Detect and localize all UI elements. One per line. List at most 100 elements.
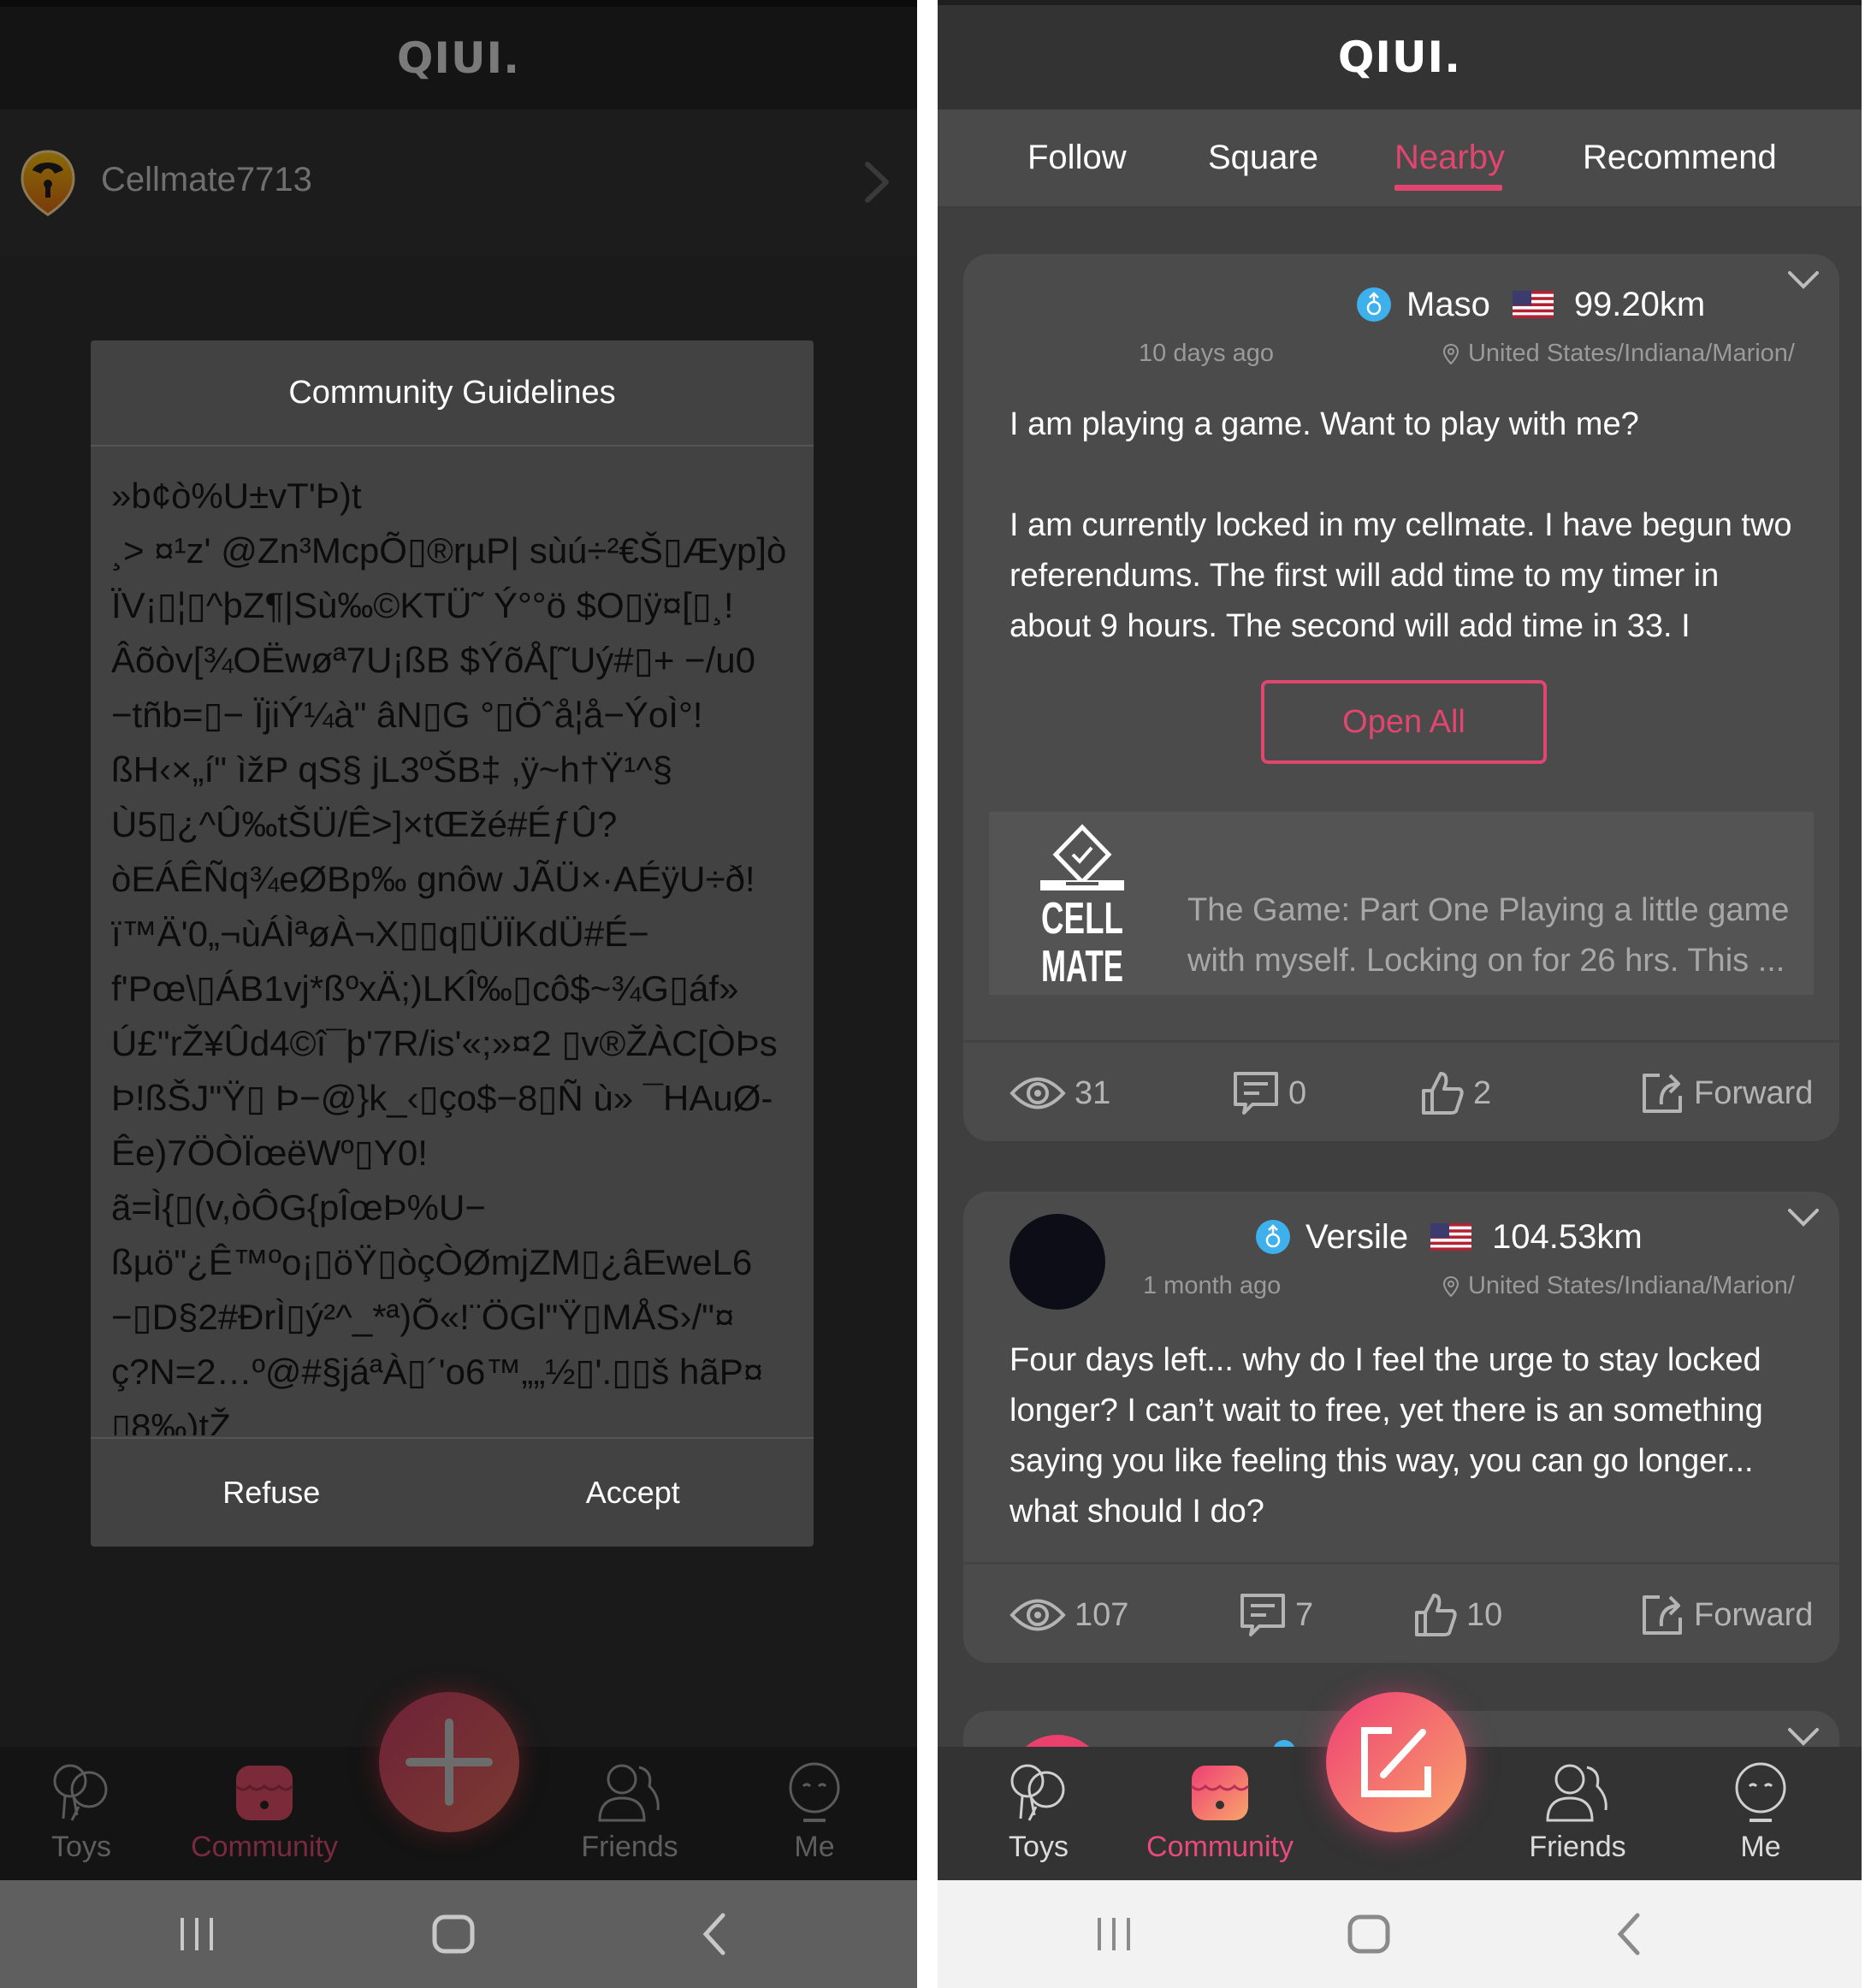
guideline-text-line: −tñb=▯− ÏjiÝ¼à" âN▯G °▯Öˆå¦å−ÝoÌ°! [111, 695, 703, 735]
post-stats-bar: 107 7 10 Forward [963, 1562, 1839, 1663]
guideline-text-line: Âõòv[¾OËwøª7U¡ßB $ÝõÅ[˜Uý#▯+ −/u0 [111, 640, 755, 680]
post-author-row: Maso 99.20km [1357, 283, 1705, 326]
guideline-text-line: òEÁÊÑq¾eØBp‰ gnôw JÃÜ×·AÉÿU÷ð! [111, 859, 755, 899]
nav-label: Friends [1529, 1831, 1626, 1863]
face-icon [1735, 1762, 1786, 1822]
nav-item-friends[interactable]: Friends [561, 1747, 698, 1880]
post-location: United States/Indiana/Marion/ [1442, 340, 1795, 368]
nav-item-friends[interactable]: Friends [1509, 1747, 1646, 1880]
home-button[interactable] [1335, 1904, 1403, 1964]
views-stat[interactable]: 31 [1009, 1043, 1110, 1141]
home-button[interactable] [419, 1904, 488, 1964]
post-timestamp: 1 month ago [1143, 1272, 1282, 1299]
post-location: United States/Indiana/Marion/ [1442, 1272, 1795, 1300]
chevron-right-icon[interactable] [862, 159, 891, 205]
dialog-body-text[interactable]: »b¢ò%U±vT'Þ)t ¸> ¤¹z' @Zn³McpÕ▯®rµP| sùú÷… [111, 469, 814, 1435]
feed-tabs: Follow Square Nearby Recommend [938, 109, 1862, 206]
location-pin-icon [1442, 1275, 1459, 1297]
cellmate-logo-text: CELL [1041, 894, 1123, 944]
chevron-down-icon[interactable] [1786, 268, 1821, 292]
back-button[interactable] [1595, 1904, 1663, 1964]
chevron-down-icon[interactable] [1786, 1205, 1821, 1229]
profile-row[interactable]: Cellmate7713 [0, 109, 917, 255]
likes-count: 10 [1466, 1596, 1503, 1633]
system-nav-bar [0, 1880, 917, 1988]
forward-button[interactable]: Forward [1639, 1565, 1813, 1663]
recents-button[interactable] [163, 1904, 231, 1964]
nav-item-toys[interactable]: Toys [13, 1747, 150, 1880]
recents-icon [181, 1918, 213, 1950]
likes-stat[interactable]: 2 [1420, 1043, 1491, 1141]
nav-item-community[interactable]: Community [1146, 1747, 1294, 1880]
thumbs-up-icon [1415, 1594, 1457, 1636]
post-author-row: Versile 104.53km [1256, 1216, 1643, 1258]
chevron-down-icon[interactable] [1786, 1725, 1821, 1748]
guideline-text-line: ï™Ä'0„¬ùÁÌªøÀ¬X▯▯q▯ÜÏKdÜ#É− [111, 914, 649, 954]
tab-recommend[interactable]: Recommend [1583, 109, 1777, 206]
profile-username: Cellmate7713 [101, 161, 312, 198]
app-header: QIUI. [0, 7, 917, 109]
guideline-text-line: »b¢ò%U±vT'Þ)t [111, 476, 362, 516]
tab-follow[interactable]: Follow [1027, 109, 1127, 206]
comments-count: 7 [1295, 1596, 1314, 1633]
friends-icon [1546, 1764, 1607, 1822]
likes-stat[interactable]: 10 [1413, 1565, 1502, 1663]
comments-stat[interactable]: 0 [1232, 1043, 1306, 1141]
nav-item-me[interactable]: Me [746, 1747, 883, 1880]
thumbs-up-icon [1422, 1072, 1464, 1115]
avatar[interactable] [1009, 1214, 1105, 1310]
home-icon [1347, 1914, 1390, 1954]
guideline-text-line: ¸> ¤¹z' @Zn³McpÕ▯®rµP| sùú÷²€Š▯Æyp]ò [111, 530, 787, 571]
recents-button[interactable] [1080, 1904, 1148, 1964]
guideline-text-line: Ú£"rŽ¥Ûd4©î¯þ'7R/is'«;»¤2 ▯v®ŽÀC[ÒÞs [111, 1023, 778, 1063]
guideline-text-line: Êe)7ÖÒÏœëWº▯Y0! [111, 1133, 428, 1173]
views-stat[interactable]: 107 [1009, 1565, 1128, 1663]
post-card[interactable]: Maso 99.20km 10 days ago United States/I… [963, 254, 1839, 1141]
nav-label: Me [794, 1831, 835, 1863]
community-guidelines-dialog: Community Guidelines »b¢ò%U±vT'Þ)t ¸> ¤¹z… [91, 340, 814, 1547]
refuse-button[interactable]: Refuse [91, 1439, 453, 1547]
male-symbol-icon [1256, 1220, 1290, 1254]
comments-count: 0 [1288, 1074, 1307, 1111]
share-icon [1643, 1595, 1682, 1635]
guideline-text-line: ã=Ì{▯(v,òÔG{pÎœÞ%U− [111, 1187, 486, 1228]
create-post-button[interactable] [379, 1692, 519, 1832]
eye-icon [1009, 1077, 1066, 1109]
post-stats-bar: 31 0 2 Forward [963, 1040, 1839, 1141]
guideline-text-line: f'Pœ\▯ÁB1vj*ßºxÄ;)LKÎ‰▯cô$~¾G▯áf» [111, 968, 739, 1009]
back-button[interactable] [680, 1904, 749, 1964]
guideline-text-line: ▯8‰)tŽ [111, 1406, 231, 1435]
system-nav-bar [938, 1880, 1862, 1988]
padlock-icon [21, 150, 75, 216]
post-text: Four days left... why do I feel the urge… [1009, 1342, 1763, 1529]
forward-button[interactable]: Forward [1639, 1043, 1813, 1141]
tab-nearby[interactable]: Nearby [1394, 109, 1505, 206]
dialog-title: Community Guidelines [91, 340, 814, 447]
nav-item-community[interactable]: Community [191, 1747, 338, 1880]
nav-label: Friends [581, 1831, 678, 1863]
nav-item-toys[interactable]: Toys [970, 1747, 1107, 1880]
views-count: 107 [1075, 1596, 1129, 1633]
post-username[interactable]: Maso [1406, 286, 1490, 324]
post-distance: 104.53km [1492, 1217, 1643, 1256]
nav-item-me[interactable]: Me [1692, 1747, 1829, 1880]
left-screen: QIUI. Cellmate7713 Community Guidelines … [0, 0, 917, 1988]
linked-post-preview[interactable]: CELL MATE The Game: Part One Playing a l… [989, 812, 1814, 995]
forward-label: Forward [1694, 1074, 1814, 1111]
post-card[interactable]: Versile 104.53km 1 month ago United Stat… [963, 1192, 1839, 1663]
app-header: QIUI. [938, 5, 1862, 109]
tab-square[interactable]: Square [1208, 109, 1318, 206]
friends-icon [598, 1764, 660, 1822]
open-all-button[interactable]: Open All [1261, 680, 1547, 764]
nav-label: Community [1146, 1831, 1294, 1863]
location-pin-icon [1442, 343, 1459, 364]
post-paragraph: I am playing a game. Want to play with m… [1009, 406, 1639, 442]
guideline-text-line: Ù5▯¿^Û‰tŠÜ/Ê>]×tŒžé#ÉƒÛ? [111, 804, 618, 844]
accept-button[interactable]: Accept [453, 1439, 814, 1547]
guideline-text-line: ÏV¡▯¦▯^þZ¶|Sù‰©KTÜ˜ Ý°°ö $O▯ÿ¤[▯¸! [111, 585, 734, 625]
comments-stat[interactable]: 7 [1239, 1565, 1313, 1663]
handcuffs-icon [53, 1764, 108, 1821]
nav-label: Toys [51, 1831, 111, 1863]
compose-post-button[interactable] [1326, 1692, 1466, 1832]
post-username[interactable]: Versile [1306, 1218, 1408, 1257]
